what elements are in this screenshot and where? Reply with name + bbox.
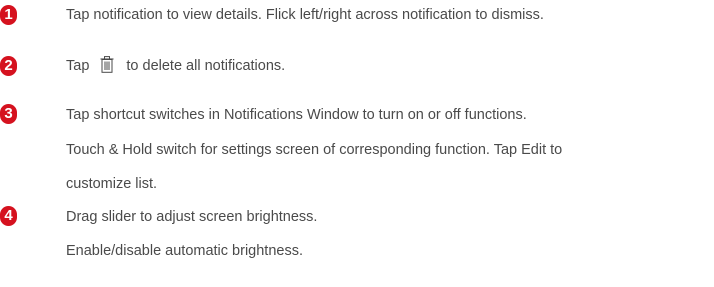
step-number-badge: 3 <box>0 104 17 124</box>
step-3-text-line-3: customize list. <box>66 176 158 192</box>
step-number-badge: 2 <box>0 56 17 76</box>
step-3-text-line-2: Touch & Hold switch for settings screen … <box>66 142 563 158</box>
step-4-text-line-2: Enable/disable automatic brightness. <box>66 243 303 259</box>
step-4-text-line-1: Drag slider to adjust screen brightness. <box>66 209 318 225</box>
step-2-text-after: to delete all notifications. <box>126 58 286 74</box>
trash-icon <box>100 56 114 73</box>
step-3-text-line-1: Tap shortcut switches in Notifications W… <box>66 107 527 123</box>
step-number-badge: 4 <box>0 206 17 226</box>
step-number-badge: 1 <box>0 5 17 25</box>
step-1-text: Tap notification to view details. Flick … <box>66 7 544 23</box>
step-2-text: Tap to delete all notifications. <box>66 56 285 75</box>
step-2-text-before: Tap <box>66 58 90 74</box>
